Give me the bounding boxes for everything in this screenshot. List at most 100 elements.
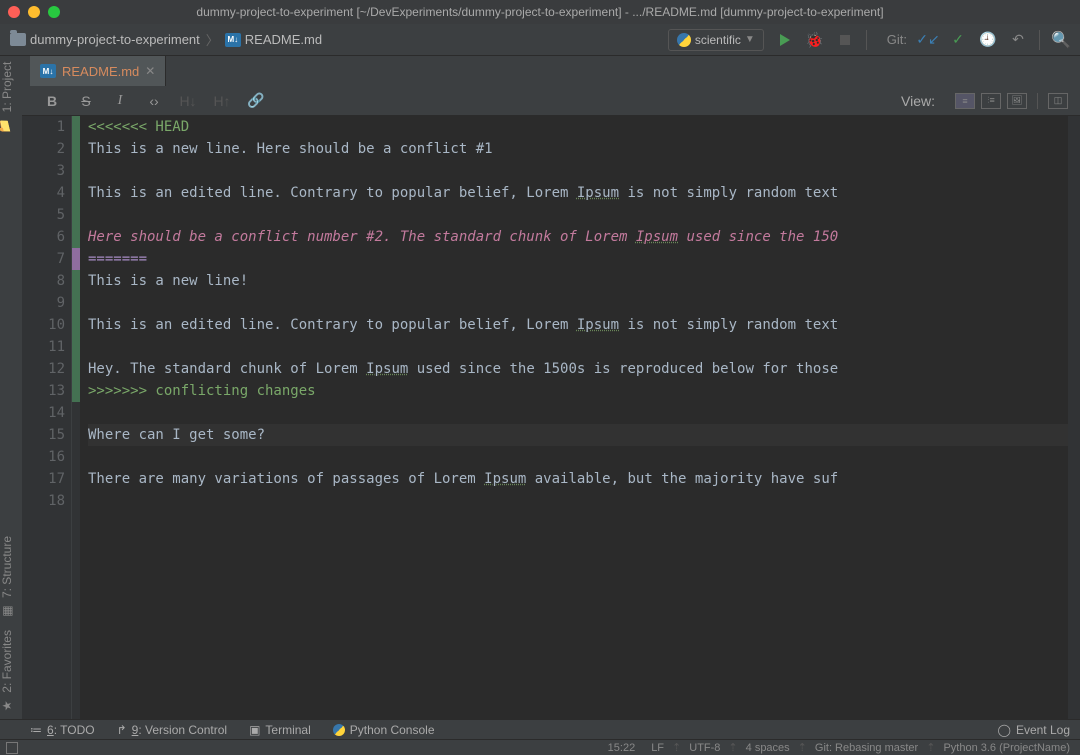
toolwindow-version-control[interactable]: ↱ 9: Version Control <box>117 723 227 737</box>
code-line[interactable]: Here should be a conflict number #2. The… <box>88 226 1072 248</box>
bold-button[interactable]: B <box>42 93 62 109</box>
header-up-button[interactable]: H↑ <box>212 93 232 109</box>
toolwindow-terminal[interactable]: ▣ Terminal <box>249 723 311 737</box>
diff-marker <box>72 490 80 512</box>
code-line[interactable] <box>88 292 1072 314</box>
line-number: 2 <box>28 138 65 160</box>
code-line[interactable] <box>88 336 1072 358</box>
status-line-sep[interactable]: LF <box>651 742 664 754</box>
line-number: 15 <box>28 424 65 446</box>
italic-button[interactable]: I <box>110 93 130 109</box>
link-button[interactable]: 🔗 <box>246 92 266 109</box>
diff-marker <box>72 402 80 424</box>
view-preview-button[interactable]: 🖼 <box>1007 93 1027 109</box>
code-line[interactable]: <<<<<<< HEAD <box>88 116 1072 138</box>
code-line[interactable]: Hey. The standard chunk of Lorem Ipsum u… <box>88 358 1072 380</box>
code-line[interactable]: Where can I get some? <box>88 424 1072 446</box>
close-icon[interactable]: ✕ <box>145 64 155 78</box>
code-line[interactable] <box>88 204 1072 226</box>
stop-icon <box>840 35 850 45</box>
run-button[interactable] <box>776 31 794 49</box>
breadcrumb-project[interactable]: dummy-project-to-experiment <box>10 32 200 47</box>
header-down-button[interactable]: H↓ <box>178 93 198 109</box>
status-encoding[interactable]: UTF-8 <box>689 742 720 754</box>
status-bar: 15:22 LF⇡ UTF-8⇡ 4 spaces⇡ Git: Rebasing… <box>0 739 1080 755</box>
breadcrumb-file[interactable]: M↓ README.md <box>225 32 322 47</box>
folder-icon: 📁 <box>0 119 14 133</box>
chevron-down-icon: ▼ <box>745 34 755 45</box>
structure-icon: ▦ <box>0 604 14 618</box>
toolwindow-project[interactable]: 📁1: Project <box>0 56 14 139</box>
debug-button[interactable]: 🐞 <box>806 31 824 49</box>
status-python[interactable]: Python 3.6 (ProjectName) <box>943 742 1070 754</box>
editor-tabs: M↓ README.md ✕ <box>0 56 1080 86</box>
separator <box>866 30 867 50</box>
line-number: 3 <box>28 160 65 182</box>
code-line[interactable] <box>88 402 1072 424</box>
view-editor-button[interactable]: ≡ <box>955 93 975 109</box>
tab-name: README.md <box>62 64 139 79</box>
code-line[interactable] <box>88 446 1072 468</box>
code-line[interactable]: There are many variations of passages of… <box>88 468 1072 490</box>
view-split-button[interactable]: ⫶≡ <box>981 93 1001 109</box>
view-layout-button[interactable]: ◫ <box>1048 93 1068 109</box>
code-line[interactable]: This is an edited line. Contrary to popu… <box>88 314 1072 336</box>
window-title: dummy-project-to-experiment [~/DevExperi… <box>196 5 883 19</box>
diff-marker <box>72 182 80 204</box>
toolwindow-event-log[interactable]: ◯ Event Log <box>998 723 1070 737</box>
code-line[interactable] <box>88 490 1072 512</box>
search-button[interactable]: 🔍 <box>1052 31 1070 49</box>
line-number-gutter: 123456789101112131415161718 <box>22 116 72 719</box>
error-stripe[interactable] <box>1068 116 1080 719</box>
run-configuration-selector[interactable]: scientific ▼ <box>668 29 764 51</box>
status-git[interactable]: Git: Rebasing master <box>815 742 918 754</box>
run-config-label: scientific <box>695 33 741 47</box>
code-button[interactable]: ‹› <box>144 93 164 109</box>
line-number: 12 <box>28 358 65 380</box>
git-commit-button[interactable]: ✓ <box>949 31 967 49</box>
editor-area[interactable]: 123456789101112131415161718 <<<<<<< HEAD… <box>22 116 1080 719</box>
status-indent[interactable]: 4 spaces <box>746 742 790 754</box>
titlebar: dummy-project-to-experiment [~/DevExperi… <box>0 0 1080 24</box>
star-icon: ★ <box>0 699 14 713</box>
tab-readme[interactable]: M↓ README.md ✕ <box>30 56 166 86</box>
code-line[interactable]: ======= <box>88 248 1072 270</box>
toolwindow-favorites[interactable]: ★2: Favorites <box>0 624 14 719</box>
python-icon <box>677 33 691 47</box>
diff-marker <box>72 424 80 446</box>
code-line[interactable]: This is an edited line. Contrary to popu… <box>88 182 1072 204</box>
left-tool-strip: 📁1: Project ▦7: Structure ★2: Favorites <box>0 56 22 719</box>
code-line[interactable]: >>>>>>> conflicting changes <box>88 380 1072 402</box>
window-close-icon[interactable] <box>8 6 20 18</box>
code-line[interactable] <box>88 160 1072 182</box>
play-icon <box>780 34 790 46</box>
line-number: 13 <box>28 380 65 402</box>
line-number: 9 <box>28 292 65 314</box>
diff-marker <box>72 446 80 468</box>
diff-marker <box>72 248 80 270</box>
code-line[interactable]: This is a new line! <box>88 270 1072 292</box>
toolwindow-structure[interactable]: ▦7: Structure <box>0 530 14 624</box>
toolwindow-todo[interactable]: ≔ 6: TODO <box>30 723 95 737</box>
diff-marker <box>72 226 80 248</box>
diff-marker <box>72 380 80 402</box>
separator <box>1039 30 1040 50</box>
window-maximize-icon[interactable] <box>48 6 60 18</box>
git-update-button[interactable]: ✓↙ <box>919 31 937 49</box>
view-label: View: <box>901 93 935 109</box>
toolwindow-python-console[interactable]: Python Console <box>333 723 435 737</box>
status-time: 15:22 <box>608 742 636 754</box>
git-label: Git: <box>887 32 907 47</box>
window-minimize-icon[interactable] <box>28 6 40 18</box>
code-line[interactable]: This is a new line. Here should be a con… <box>88 138 1072 160</box>
strikethrough-button[interactable]: S <box>76 93 96 109</box>
toggle-toolwindows-icon[interactable] <box>6 742 18 754</box>
git-history-button[interactable]: 🕘 <box>979 31 997 49</box>
diff-gutter <box>72 116 80 719</box>
diff-marker <box>72 116 80 138</box>
navigation-bar: dummy-project-to-experiment 〉 M↓ README.… <box>0 24 1080 56</box>
git-revert-button[interactable]: ↶ <box>1009 31 1027 49</box>
code-content[interactable]: <<<<<<< HEADThis is a new line. Here sho… <box>80 116 1080 719</box>
diff-marker <box>72 292 80 314</box>
markdown-icon: M↓ <box>225 33 241 47</box>
